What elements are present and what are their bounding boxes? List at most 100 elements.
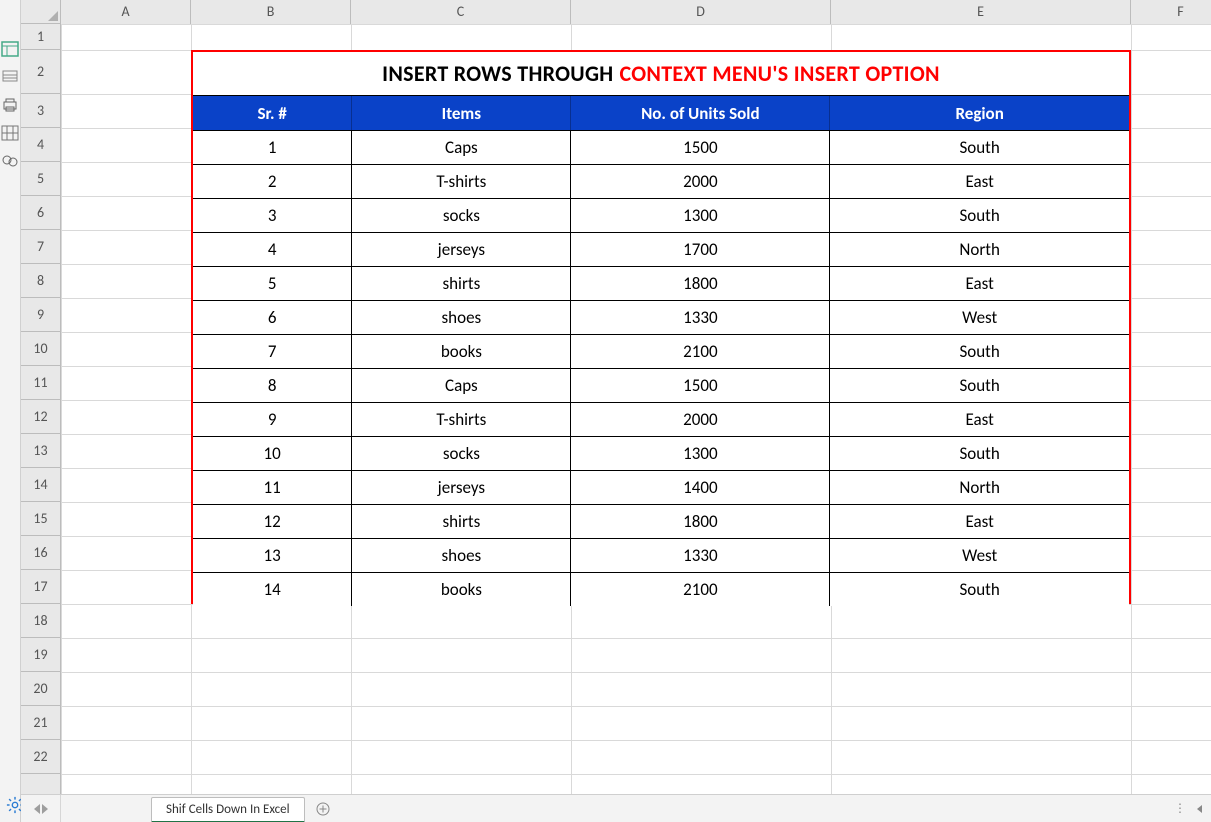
pin-icon[interactable]: [0, 68, 20, 86]
sheet-next-icon[interactable]: [42, 804, 48, 814]
table-cell[interactable]: East: [830, 267, 1129, 300]
sheet-nav-arrows[interactable]: [21, 795, 61, 822]
table-cell[interactable]: T-shirts: [352, 165, 571, 198]
table-cell[interactable]: books: [352, 573, 571, 606]
table-cell[interactable]: 1300: [571, 437, 830, 470]
table-header-2[interactable]: No. of Units Sold: [571, 96, 830, 130]
table-cell[interactable]: books: [352, 335, 571, 368]
table-header-1[interactable]: Items: [352, 96, 571, 130]
table-cell[interactable]: West: [830, 301, 1129, 334]
table-row[interactable]: 2T-shirts2000East: [193, 164, 1129, 198]
table-cell[interactable]: 2000: [571, 403, 830, 436]
cell-canvas[interactable]: INSERT ROWS THROUGH CONTEXT MENU'S INSER…: [61, 24, 1211, 794]
table-row[interactable]: 8Caps1500South: [193, 368, 1129, 402]
table-cell[interactable]: 2000: [571, 165, 830, 198]
find-icon[interactable]: [0, 152, 20, 170]
table-cell[interactable]: shoes: [352, 539, 571, 572]
table-cell[interactable]: 11: [193, 471, 352, 504]
table-cell[interactable]: North: [830, 471, 1129, 504]
row-header-22[interactable]: 22: [21, 740, 60, 774]
table-row[interactable]: 7books2100South: [193, 334, 1129, 368]
row-header-13[interactable]: 13: [21, 434, 60, 468]
table-cell[interactable]: 12: [193, 505, 352, 538]
table-row[interactable]: 1Caps1500South: [193, 130, 1129, 164]
table-cell[interactable]: 14: [193, 573, 352, 606]
row-header-2[interactable]: 2: [21, 50, 60, 94]
sheet-tab-active[interactable]: Shif Cells Down In Excel: [151, 797, 305, 822]
table-cell[interactable]: 1300: [571, 199, 830, 232]
row-header-12[interactable]: 12: [21, 400, 60, 434]
table-cell[interactable]: 3: [193, 199, 352, 232]
table-row[interactable]: 5shirts1800East: [193, 266, 1129, 300]
table-cell[interactable]: 1500: [571, 131, 830, 164]
row-header-20[interactable]: 20: [21, 672, 60, 706]
table-cell[interactable]: South: [830, 369, 1129, 402]
table-cell[interactable]: 5: [193, 267, 352, 300]
table-cell[interactable]: South: [830, 131, 1129, 164]
table-cell[interactable]: 2100: [571, 573, 830, 606]
row-header-6[interactable]: 6: [21, 196, 60, 230]
row-header-16[interactable]: 16: [21, 536, 60, 570]
row-header-9[interactable]: 9: [21, 298, 60, 332]
table-row[interactable]: 9T-shirts2000East: [193, 402, 1129, 436]
table-header-0[interactable]: Sr. #: [193, 96, 352, 130]
row-header-3[interactable]: 3: [21, 94, 60, 128]
row-header-15[interactable]: 15: [21, 502, 60, 536]
table-row[interactable]: 12shirts1800East: [193, 504, 1129, 538]
table-cell[interactable]: 1: [193, 131, 352, 164]
column-header-E[interactable]: E: [831, 0, 1131, 24]
row-header-14[interactable]: 14: [21, 468, 60, 502]
table-row[interactable]: 14books2100South: [193, 572, 1129, 606]
table-cell[interactable]: Caps: [352, 369, 571, 402]
add-sheet-button[interactable]: [309, 796, 337, 822]
table-row[interactable]: 6shoes1330West: [193, 300, 1129, 334]
column-header-B[interactable]: B: [191, 0, 351, 24]
table-cell[interactable]: South: [830, 573, 1129, 606]
drag-grip-icon[interactable]: ⋮: [1174, 801, 1187, 816]
column-header-D[interactable]: D: [571, 0, 831, 24]
table-cell[interactable]: 1330: [571, 301, 830, 334]
window-icon[interactable]: [0, 40, 20, 58]
table-cell[interactable]: 1800: [571, 267, 830, 300]
table-cell[interactable]: 1500: [571, 369, 830, 402]
table-cell[interactable]: 1400: [571, 471, 830, 504]
table-cell[interactable]: East: [830, 505, 1129, 538]
table-cell[interactable]: 9: [193, 403, 352, 436]
table-cell[interactable]: East: [830, 403, 1129, 436]
table-cell[interactable]: 1330: [571, 539, 830, 572]
row-header-17[interactable]: 17: [21, 570, 60, 604]
table-cell[interactable]: East: [830, 165, 1129, 198]
table-row[interactable]: 4jerseys1700North: [193, 232, 1129, 266]
table-cell[interactable]: West: [830, 539, 1129, 572]
column-header-C[interactable]: C: [351, 0, 571, 24]
table-cell[interactable]: 7: [193, 335, 352, 368]
row-header-21[interactable]: 21: [21, 706, 60, 740]
table-cell[interactable]: 1800: [571, 505, 830, 538]
table-cell[interactable]: shoes: [352, 301, 571, 334]
row-header-19[interactable]: 19: [21, 638, 60, 672]
table-cell[interactable]: South: [830, 335, 1129, 368]
table-cell[interactable]: T-shirts: [352, 403, 571, 436]
table-cell[interactable]: 4: [193, 233, 352, 266]
table-row[interactable]: 13shoes1330West: [193, 538, 1129, 572]
row-header-18[interactable]: 18: [21, 604, 60, 638]
row-header-8[interactable]: 8: [21, 264, 60, 298]
row-header-7[interactable]: 7: [21, 230, 60, 264]
print-icon[interactable]: [0, 96, 20, 114]
row-header-4[interactable]: 4: [21, 128, 60, 162]
table-cell[interactable]: jerseys: [352, 471, 571, 504]
table-cell[interactable]: 10: [193, 437, 352, 470]
scroll-left-icon[interactable]: [1193, 802, 1207, 816]
table-cell[interactable]: South: [830, 437, 1129, 470]
grid-icon[interactable]: [0, 124, 20, 142]
column-header-F[interactable]: F: [1131, 0, 1211, 24]
table-cell[interactable]: socks: [352, 199, 571, 232]
table-cell[interactable]: South: [830, 199, 1129, 232]
table-cell[interactable]: shirts: [352, 267, 571, 300]
table-row[interactable]: 3socks1300South: [193, 198, 1129, 232]
table-row[interactable]: 11jerseys1400North: [193, 470, 1129, 504]
row-header-11[interactable]: 11: [21, 366, 60, 400]
select-all-corner[interactable]: [21, 0, 61, 24]
column-header-A[interactable]: A: [61, 0, 191, 24]
row-header-1[interactable]: 1: [21, 24, 60, 50]
